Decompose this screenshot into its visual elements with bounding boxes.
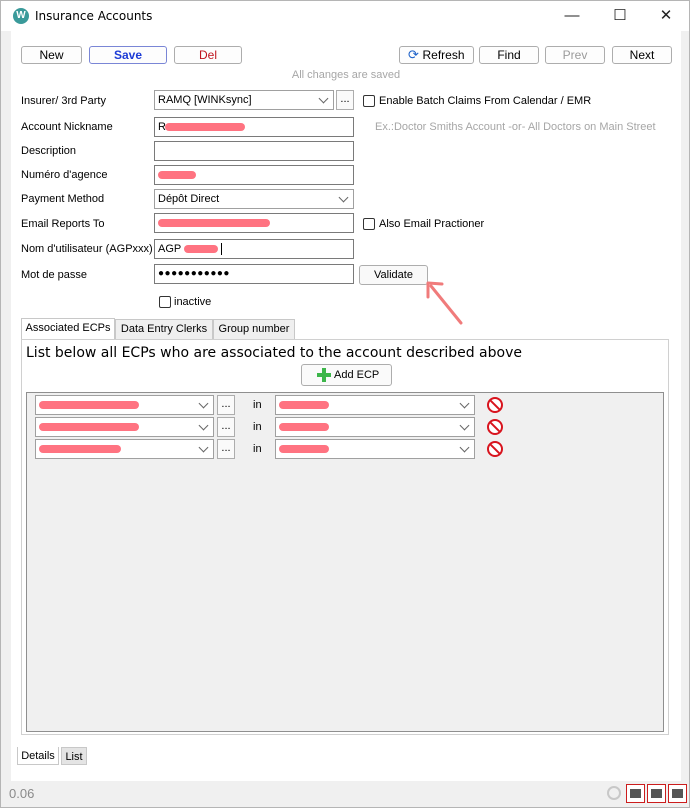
description-input[interactable] <box>154 141 354 161</box>
refresh-icon: ⟳ <box>408 47 419 62</box>
nickname-input[interactable]: R <box>154 117 354 137</box>
refresh-button[interactable]: ⟳ Refresh <box>399 46 474 64</box>
insurer-browse-button[interactable]: ... <box>336 90 354 110</box>
redaction-mark <box>279 445 329 454</box>
insurance-accounts-window: W Insurance Accounts — ☐ ✕ New Save Del … <box>0 0 690 808</box>
form-area: New Save Del ⟳ Refresh Find Prev Next Al… <box>11 31 681 781</box>
ecp-select[interactable] <box>35 395 214 415</box>
nickname-hint: Ex.:Doctor Smiths Account -or- All Docto… <box>375 121 656 133</box>
location-select[interactable] <box>275 417 475 437</box>
ecp-row: ... in <box>35 439 515 459</box>
payment-label: Payment Method <box>21 193 105 205</box>
ecp-row: ... in <box>35 395 515 415</box>
tab-details[interactable]: Details <box>17 747 59 765</box>
maximize-button[interactable]: ☐ <box>597 1 643 31</box>
username-input[interactable]: AGP <box>154 239 354 259</box>
redaction-mark <box>184 245 219 254</box>
email-label: Email Reports To <box>21 218 105 230</box>
batch-claims-checkbox[interactable] <box>363 95 375 107</box>
version-text: 0.06 <box>9 786 35 801</box>
printer-icon[interactable] <box>647 784 666 803</box>
find-button[interactable]: Find <box>479 46 539 64</box>
also-email-label: Also Email Practioner <box>379 218 485 230</box>
delete-row-icon[interactable] <box>487 419 503 435</box>
associated-ecps-panel: List below all ECPs who are associated t… <box>21 339 669 735</box>
save-status-text: All changes are saved <box>291 69 401 81</box>
inactive-label: inactive <box>174 296 212 308</box>
app-logo-icon: W <box>13 8 29 24</box>
location-select[interactable] <box>275 395 475 415</box>
password-input[interactable]: ●●●●●●●●●●● <box>154 264 354 284</box>
plus-icon <box>317 368 331 382</box>
inactive-checkbox[interactable] <box>159 296 171 308</box>
redaction-mark <box>39 445 121 454</box>
ecp-browse-button[interactable]: ... <box>217 395 235 415</box>
in-label: in <box>253 443 262 455</box>
description-label: Description <box>21 145 77 157</box>
delete-button[interactable]: Del <box>174 46 242 64</box>
loading-indicator-icon <box>607 786 621 800</box>
ecp-select[interactable] <box>35 417 214 437</box>
insurer-select[interactable]: RAMQ [WINKsync] <box>154 90 334 110</box>
redaction-mark <box>279 401 329 410</box>
prev-button[interactable]: Prev <box>545 46 605 64</box>
card-reader-icon[interactable] <box>668 784 687 803</box>
also-email-checkbox[interactable] <box>363 218 375 230</box>
next-button[interactable]: Next <box>612 46 672 64</box>
nickname-label: Account Nickname <box>21 121 113 133</box>
location-select[interactable] <box>275 439 475 459</box>
chevron-down-icon <box>459 420 470 431</box>
ecp-browse-button[interactable]: ... <box>217 439 235 459</box>
redaction-mark <box>39 401 139 410</box>
chevron-down-icon <box>198 398 209 409</box>
insurer-label: Insurer/ 3rd Party <box>21 95 106 107</box>
ecp-list[interactable]: ... in ... in ... in <box>26 392 664 732</box>
close-button[interactable]: ✕ <box>643 1 689 31</box>
chevron-down-icon <box>459 398 470 409</box>
redaction-mark <box>279 423 329 432</box>
new-button[interactable]: New <box>21 46 82 64</box>
redaction-mark <box>39 423 139 432</box>
ecp-panel-description: List below all ECPs who are associated t… <box>26 345 522 361</box>
tab-group-number[interactable]: Group number <box>213 319 295 339</box>
agency-input[interactable] <box>154 165 354 185</box>
redaction-mark <box>165 123 246 132</box>
payment-select[interactable]: Dépôt Direct <box>154 189 354 209</box>
add-ecp-button[interactable]: Add ECP <box>301 364 392 386</box>
redaction-mark <box>158 171 196 180</box>
username-value: AGP <box>158 243 182 255</box>
chevron-down-icon <box>338 192 349 203</box>
payment-value: Dépôt Direct <box>158 193 220 205</box>
tab-data-entry-clerks[interactable]: Data Entry Clerks <box>115 319 213 339</box>
add-ecp-label: Add ECP <box>334 369 380 381</box>
tab-associated-ecps[interactable]: Associated ECPs <box>21 318 115 339</box>
validate-button[interactable]: Validate <box>359 265 428 285</box>
minimize-button[interactable]: — <box>549 1 595 31</box>
ecp-row: ... in <box>35 417 515 437</box>
ecp-browse-button[interactable]: ... <box>217 417 235 437</box>
username-label: Nom d'utilisateur (AGPxxx) <box>21 243 153 255</box>
insurer-value: RAMQ [WINKsync] <box>158 94 252 106</box>
chevron-down-icon <box>198 420 209 431</box>
ecp-select[interactable] <box>35 439 214 459</box>
delete-row-icon[interactable] <box>487 397 503 413</box>
window-title: Insurance Accounts <box>35 9 153 23</box>
in-label: in <box>253 399 262 411</box>
email-input[interactable] <box>154 213 354 233</box>
agency-label: Numéro d'agence <box>21 169 108 181</box>
chevron-down-icon <box>198 442 209 453</box>
in-label: in <box>253 421 262 433</box>
text-cursor <box>221 243 223 256</box>
title-bar[interactable]: W Insurance Accounts — ☐ ✕ <box>1 1 689 31</box>
chevron-down-icon <box>459 442 470 453</box>
delete-row-icon[interactable] <box>487 441 503 457</box>
refresh-label: Refresh <box>422 48 465 62</box>
save-button[interactable]: Save <box>89 46 167 64</box>
barcode-icon[interactable] <box>626 784 645 803</box>
password-label: Mot de passe <box>21 269 88 281</box>
redaction-mark <box>158 219 270 228</box>
chevron-down-icon <box>318 93 329 104</box>
batch-claims-label: Enable Batch Claims From Calendar / EMR <box>379 95 592 107</box>
tab-list[interactable]: List <box>61 747 87 765</box>
